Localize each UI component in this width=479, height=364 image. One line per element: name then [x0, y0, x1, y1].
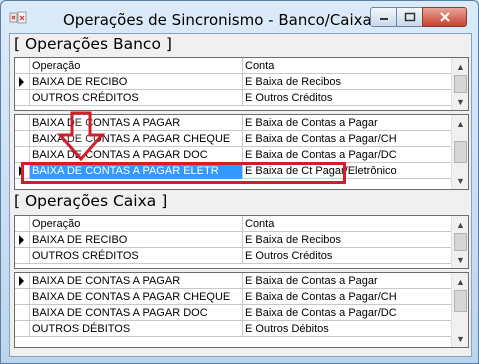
banco-section-title: [ Operações Banco ]	[14, 35, 172, 53]
cell-conta[interactable]: E Baixa de Contas a Pagar/DC	[242, 305, 451, 321]
caixa-grid-receipts[interactable]: Operação Conta BAIXA DE RECIBO E Baixa de…	[14, 215, 469, 269]
cell-conta[interactable]: E Baixa de Contas a Pagar	[242, 115, 451, 131]
scroll-thumb[interactable]	[454, 290, 467, 312]
vertical-scrollbar[interactable]: ▲ ▼	[451, 273, 468, 347]
cell-conta[interactable]: E Baixa de Contas a Pagar/DC	[242, 147, 451, 163]
scroll-up-arrow-icon[interactable]: ▲	[452, 58, 469, 75]
cell-conta[interactable]: E Outros Créditos	[242, 248, 451, 264]
cell-conta[interactable]: E Baixa de Contas a Pagar/CH	[242, 289, 451, 305]
header-conta: Conta	[242, 216, 451, 232]
scroll-down-arrow-icon[interactable]: ▼	[452, 330, 469, 347]
cell-conta[interactable]: E Baixa de Contas a Pagar	[242, 273, 451, 289]
cell-operacao[interactable]: BAIXA DE CONTAS A PAGAR	[29, 273, 242, 289]
table-row[interactable]: OUTROS CRÉDITOS E Outros Créditos	[15, 90, 451, 106]
header-operacao: Operação	[29, 216, 242, 232]
caixa-grid-payments[interactable]: BAIXA DE CONTAS A PAGAR E Baixa de Contas…	[14, 272, 469, 348]
close-icon	[439, 12, 450, 22]
scroll-thumb[interactable]	[454, 233, 467, 251]
table-row[interactable]: BAIXA DE RECIBO E Baixa de Recibos	[15, 232, 451, 248]
table-row[interactable]: BAIXA DE CONTAS A PAGAR CHEQUE E Baixa de…	[15, 289, 451, 305]
close-button[interactable]	[422, 7, 467, 27]
grid-header: Operação Conta	[15, 58, 451, 74]
annotation-highlight-box	[21, 162, 346, 184]
cell-conta[interactable]: E Baixa de Recibos	[242, 232, 451, 248]
maximize-button[interactable]	[396, 7, 423, 27]
cell-operacao[interactable]: OUTROS DÉBITOS	[29, 321, 242, 337]
cell-operacao[interactable]: BAIXA DE CONTAS A PAGAR DOC	[29, 305, 242, 321]
header-operacao: Operação	[29, 58, 242, 74]
scroll-thumb[interactable]	[454, 141, 467, 163]
cell-conta[interactable]: E Baixa de Recibos	[242, 74, 451, 90]
banco-grid-receipts[interactable]: Operação Conta BAIXA DE RECIBO E Baixa de…	[14, 57, 469, 111]
table-row[interactable]: BAIXA DE CONTAS A PAGAR E Baixa de Contas…	[15, 273, 451, 289]
cell-operacao[interactable]: OUTROS CRÉDITOS	[29, 248, 242, 264]
caixa-section-title: [ Operações Caixa ]	[14, 192, 168, 210]
row-pointer-icon	[19, 77, 24, 87]
header-conta: Conta	[242, 58, 451, 74]
minimize-button[interactable]	[370, 7, 397, 27]
table-row[interactable]: BAIXA DE CONTAS A PAGAR DOC E Baixa de Co…	[15, 305, 451, 321]
scroll-up-arrow-icon[interactable]: ▲	[452, 115, 469, 132]
cell-conta[interactable]: E Outros Créditos	[242, 90, 451, 106]
row-pointer-icon	[19, 235, 24, 245]
vertical-scrollbar[interactable]: ▲ ▼	[451, 58, 468, 110]
cell-conta[interactable]: E Outros Débitos	[242, 321, 451, 337]
scroll-down-arrow-icon[interactable]: ▼	[452, 251, 469, 268]
window-frame: Operações de Sincronismo - Banco/Caixa […	[0, 0, 479, 364]
cell-operacao[interactable]: BAIXA DE RECIBO	[29, 74, 242, 90]
table-row[interactable]: BAIXA DE RECIBO E Baixa de Recibos	[15, 74, 451, 90]
title-bar[interactable]: Operações de Sincronismo - Banco/Caixa	[1, 1, 478, 35]
table-row[interactable]: OUTROS DÉBITOS E Outros Débitos	[15, 321, 451, 337]
app-icon	[9, 11, 27, 24]
cell-operacao[interactable]: OUTROS CRÉDITOS	[29, 90, 242, 106]
row-pointer-icon	[19, 276, 24, 286]
scroll-down-arrow-icon[interactable]: ▼	[452, 93, 469, 110]
vertical-scrollbar[interactable]: ▲ ▼	[451, 216, 468, 268]
minimize-icon	[379, 18, 388, 20]
cell-conta[interactable]: E Baixa de Contas a Pagar/CH	[242, 131, 451, 147]
grid-header: Operação Conta	[15, 216, 451, 232]
maximize-icon	[404, 12, 415, 22]
cell-operacao[interactable]: BAIXA DE CONTAS A PAGAR CHEQUE	[29, 289, 242, 305]
table-row[interactable]: OUTROS CRÉDITOS E Outros Créditos	[15, 248, 451, 264]
annotation-down-arrow	[56, 111, 106, 162]
vertical-scrollbar[interactable]: ▲ ▼	[451, 115, 468, 189]
cell-operacao[interactable]: BAIXA DE RECIBO	[29, 232, 242, 248]
scroll-up-arrow-icon[interactable]: ▲	[452, 273, 469, 290]
scroll-up-arrow-icon[interactable]: ▲	[452, 216, 469, 233]
window-title: Operações de Sincronismo - Banco/Caixa	[63, 11, 372, 29]
client-area: [ Operações Banco ] Operação Conta BAIXA…	[9, 33, 472, 357]
scroll-thumb[interactable]	[454, 75, 467, 93]
scroll-down-arrow-icon[interactable]: ▼	[452, 172, 469, 189]
